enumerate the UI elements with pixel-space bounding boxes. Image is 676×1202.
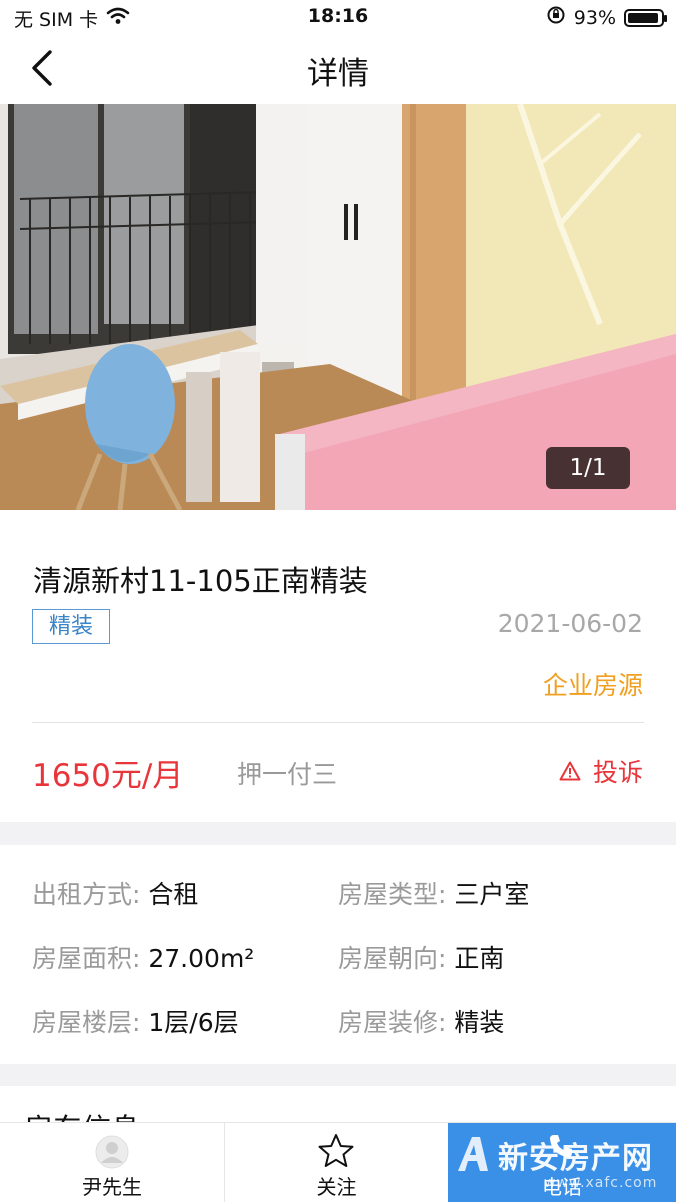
contact-tab[interactable]: 尹先生 — [0, 1123, 224, 1202]
listing-info-card: 清源新村11-105正南精装 精装 2021-06-02 企业房源 1650元/… — [0, 510, 676, 822]
battery-percent: 93% — [573, 6, 616, 29]
attr-area: 房屋面积: 27.00m² — [32, 944, 255, 973]
attr-decoration: 房屋装修: 精装 — [338, 1008, 505, 1037]
bottom-action-bar: 尹先生 关注 新安房产网 www.xafc.com 电话 — [0, 1122, 676, 1202]
call-label: 电话 — [542, 1175, 582, 1199]
phone-icon — [550, 1135, 572, 1157]
follow-label: 关注 — [316, 1175, 357, 1199]
listing-title: 清源新村11-105正南精装 — [33, 564, 368, 598]
attributes-card: 出租方式: 合租 房屋类型: 三户室 房屋面积: 27.00m² 房屋朝向: 正… — [0, 845, 676, 1064]
contact-name: 尹先生 — [82, 1175, 142, 1199]
attr-rent-type: 出租方式: 合租 — [32, 880, 199, 909]
star-icon — [318, 1134, 354, 1167]
avatar-icon — [95, 1135, 129, 1169]
battery-icon — [624, 8, 667, 27]
decoration-tag: 精装 — [32, 609, 110, 644]
photo-counter: 1/1 — [546, 447, 630, 489]
listing-source: 企业房源 — [542, 671, 643, 700]
attr-house-type: 房屋类型: 三户室 — [338, 880, 530, 909]
payment-terms: 押一付三 — [237, 760, 338, 789]
watermark-a-icon — [458, 1137, 488, 1171]
listing-photo[interactable]: 1/1 — [0, 104, 676, 510]
attr-orientation: 房屋朝向: 正南 — [338, 944, 505, 973]
attr-floor: 房屋楼层: 1层/6层 — [32, 1008, 239, 1037]
page-title: 详情 — [307, 56, 369, 92]
follow-button[interactable]: 关注 — [225, 1123, 448, 1202]
status-bar: 无 SIM 卡 18:16 93% — [0, 0, 676, 34]
complain-label: 投诉 — [592, 758, 643, 787]
call-button[interactable]: 新安房产网 www.xafc.com 电话 — [448, 1123, 676, 1202]
landlord-section: 房东信息 — [0, 1086, 676, 1126]
complain-button[interactable]: 投诉 — [559, 753, 643, 789]
publish-date: 2021-06-02 — [497, 609, 643, 638]
warning-icon — [559, 761, 581, 781]
rent-price: 1650元/月 — [32, 758, 184, 794]
orientation-lock-icon — [546, 5, 566, 30]
divider — [32, 722, 644, 723]
nav-bar: 详情 — [0, 34, 676, 104]
